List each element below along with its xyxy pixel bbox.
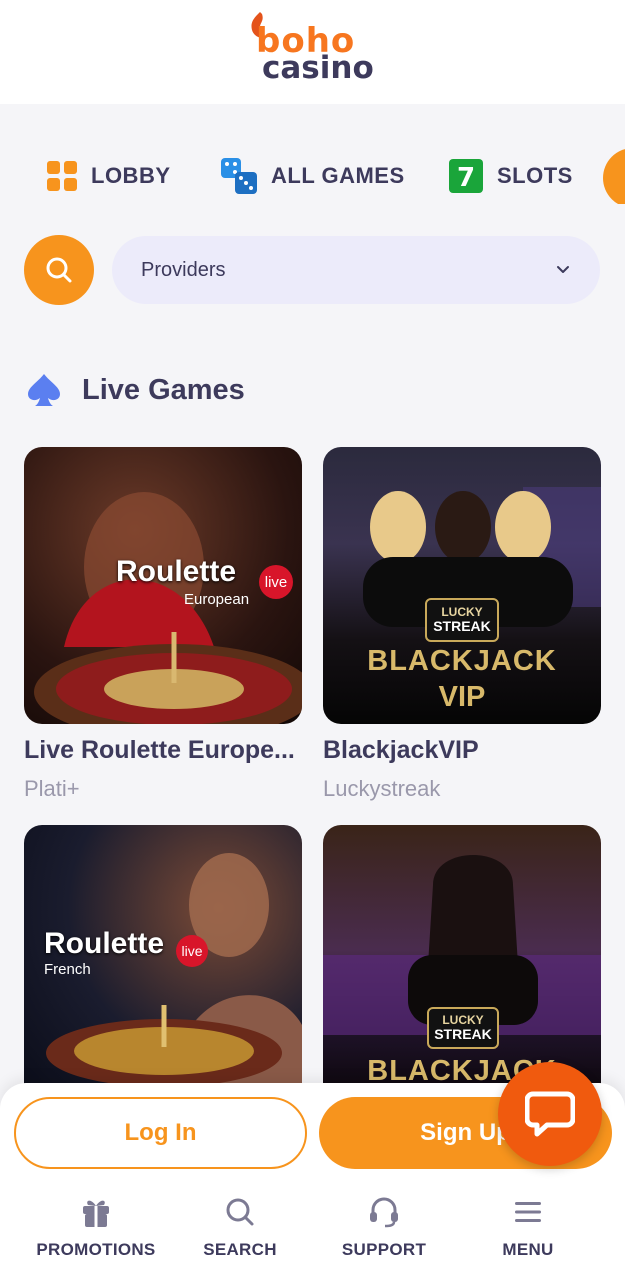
providers-label: Providers — [141, 258, 226, 281]
tab-label: PROMOTIONS — [36, 1240, 156, 1259]
login-button[interactable]: Log In — [14, 1097, 307, 1169]
lobby-grid-icon — [47, 161, 77, 191]
art-subtitle: European — [184, 591, 250, 608]
section-title: Live Games — [26, 368, 245, 412]
section-title-text: Live Games — [82, 373, 245, 406]
headset-icon — [370, 1197, 398, 1228]
logo-text-bottom: casino — [262, 50, 374, 86]
tab-menu[interactable]: MENU — [458, 1190, 598, 1270]
game-provider: Luckystreak — [323, 776, 441, 801]
search-button[interactable] — [24, 235, 94, 305]
game-provider: Plati+ — [24, 776, 80, 801]
art-title: Roulette — [44, 927, 164, 960]
art-subtitle: French — [44, 961, 91, 978]
badge-bottom-text: STREAK — [433, 618, 491, 634]
luckystreak-badge: LUCKY STREAK — [427, 1007, 499, 1049]
nav-item-next[interactable] — [603, 148, 625, 204]
tab-search[interactable]: SEARCH — [170, 1190, 310, 1270]
game-thumbnail[interactable]: LUCKY STREAK BLACKJACK — [323, 825, 601, 1102]
game-title: BlackjackVIP — [323, 736, 479, 764]
slots-seven-icon: 7 — [449, 159, 483, 193]
bottom-tab-bar: PROMOTIONS SEARCH SUPPORT MENU — [0, 1190, 625, 1280]
boho-casino-logo[interactable]: boho casino — [248, 8, 374, 88]
game-thumbnail[interactable]: Roulette live French — [24, 825, 302, 1102]
svg-text:7: 7 — [457, 163, 475, 193]
chat-bubble-icon — [525, 1091, 575, 1137]
tab-support[interactable]: SUPPORT — [314, 1190, 454, 1270]
art-subtitle: VIP — [438, 681, 486, 713]
luckystreak-badge: LUCKY STREAK — [425, 598, 499, 642]
chevron-down-icon — [557, 266, 569, 273]
hamburger-icon — [515, 1202, 541, 1222]
tab-label: MENU — [502, 1240, 554, 1259]
nav-item-label: LOBBY — [91, 163, 171, 188]
nav-item-label: ALL GAMES — [271, 163, 405, 188]
nav-item-lobby[interactable]: LOBBY — [47, 156, 171, 196]
tab-label: SEARCH — [203, 1240, 277, 1259]
game-thumbnail[interactable]: LUCKY STREAK BLACKJACK VIP — [323, 447, 601, 724]
art-title: Roulette — [116, 555, 236, 588]
tab-label: SUPPORT — [341, 1240, 427, 1259]
search-icon — [46, 257, 72, 283]
art-title: BLACKJACK — [367, 645, 557, 677]
game-thumbnail[interactable]: Roulette live European — [24, 447, 302, 724]
tab-promotions[interactable]: PROMOTIONS — [26, 1190, 166, 1270]
header: boho casino — [0, 0, 625, 104]
live-chat-button[interactable] — [498, 1062, 602, 1166]
nav-item-slots[interactable]: 7 SLOTS — [449, 156, 573, 196]
search-icon — [226, 1198, 254, 1226]
dice-icon — [221, 158, 257, 194]
badge-bottom-text: STREAK — [434, 1026, 492, 1042]
providers-dropdown[interactable]: Providers — [112, 236, 600, 304]
live-badge: live — [259, 565, 293, 599]
live-badge: live — [176, 935, 208, 967]
nav-item-label: SLOTS — [497, 163, 573, 188]
category-nav: LOBBY ALL GAMES 7 SLOTS — [0, 148, 625, 204]
game-title: Live Roulette Europe... — [24, 736, 295, 764]
gift-icon — [83, 1200, 109, 1227]
spade-icon — [28, 374, 60, 406]
nav-item-all-games[interactable]: ALL GAMES — [221, 156, 405, 196]
